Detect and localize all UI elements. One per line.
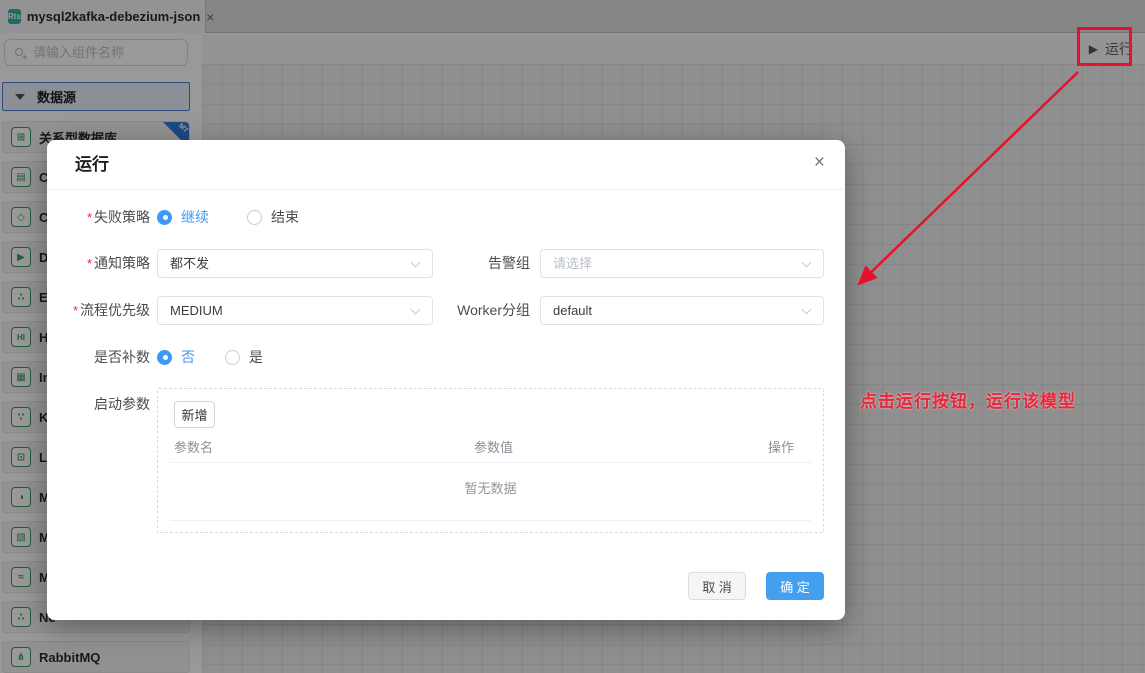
radio-continue[interactable] [157, 209, 172, 225]
required-mark: * [86, 210, 92, 225]
field-label: 流程优先级 [80, 302, 150, 318]
radio-end-label[interactable]: 结束 [271, 207, 299, 227]
chevron-down-icon [801, 257, 812, 268]
field-label: 失败策略 [94, 209, 150, 225]
table-divider [170, 462, 811, 463]
startup-params-panel: 新增 参数名 参数值 操作 暂无数据 [157, 388, 824, 533]
required-mark: * [86, 256, 92, 271]
worker-group-select[interactable]: default [540, 296, 824, 325]
field-label: 启动参数 [94, 396, 150, 412]
column-param-value: 参数值 [474, 440, 514, 455]
cancel-button[interactable]: 取 消 [688, 572, 746, 600]
dialog-header: 运行 × [47, 140, 845, 190]
field-priority: * 流程优先级 MEDIUM Worker分组 default [47, 296, 845, 325]
required-mark: * [72, 303, 78, 318]
radio-no[interactable] [157, 349, 172, 365]
table-divider [170, 520, 811, 521]
chevron-down-icon [801, 304, 812, 315]
radio-no-label[interactable]: 否 [181, 347, 195, 367]
run-dialog: 运行 × * 失败策略 继续 结束 * 通知策略 都不发 告警组 请选择 * 流… [47, 140, 845, 620]
app-window: Rts mysql2kafka-debezium-json × 数据源 ⊞ 关系… [0, 0, 1145, 673]
close-icon[interactable]: × [814, 153, 825, 172]
select-placeholder: 请选择 [553, 256, 593, 271]
priority-select[interactable]: MEDIUM [157, 296, 433, 325]
select-value: default [553, 303, 593, 318]
confirm-button[interactable]: 确 定 [766, 572, 824, 600]
select-value: MEDIUM [170, 303, 223, 318]
chevron-down-icon [410, 257, 421, 268]
field-backfill: 是否补数 否 是 [47, 343, 845, 371]
select-value: 都不发 [170, 256, 210, 271]
add-param-button[interactable]: 新增 [174, 401, 215, 428]
empty-data-text: 暂无数据 [464, 481, 517, 496]
field-label: 是否补数 [94, 349, 150, 365]
alert-group-select[interactable]: 请选择 [540, 249, 824, 278]
dialog-title: 运行 [75, 155, 109, 174]
field-fail-strategy: * 失败策略 继续 结束 [47, 203, 845, 231]
notify-strategy-select[interactable]: 都不发 [157, 249, 433, 278]
radio-yes[interactable] [225, 349, 240, 365]
field-label: 通知策略 [94, 255, 150, 271]
field-label: Worker分组 [457, 302, 530, 318]
field-label: 告警组 [488, 255, 530, 271]
column-actions: 操作 [768, 440, 795, 455]
chevron-down-icon [410, 304, 421, 315]
radio-end[interactable] [247, 209, 262, 225]
radio-continue-label[interactable]: 继续 [181, 207, 209, 227]
radio-yes-label[interactable]: 是 [249, 347, 263, 367]
column-param-name: 参数名 [174, 440, 214, 455]
field-notify-strategy: * 通知策略 都不发 告警组 请选择 [47, 249, 845, 278]
